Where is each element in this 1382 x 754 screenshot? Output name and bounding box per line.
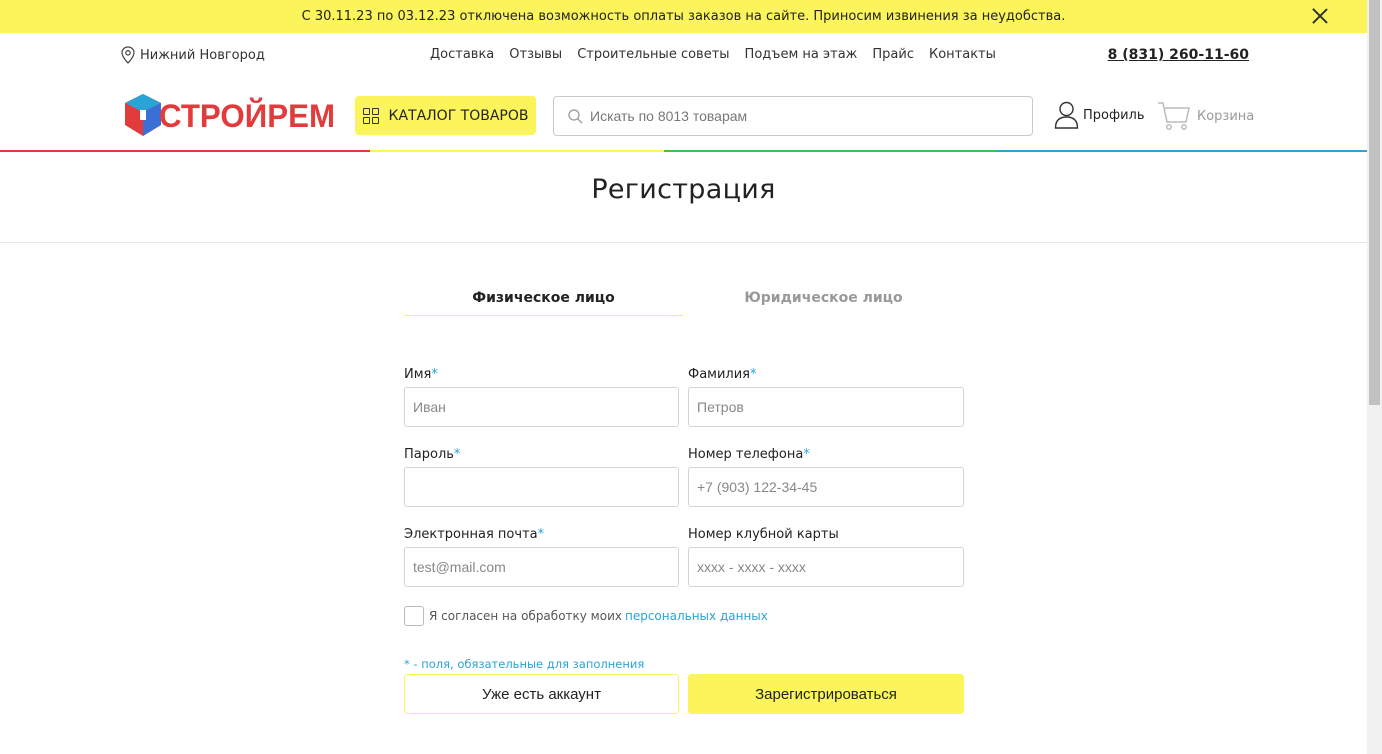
- top-nav: Доставка Отзывы Строительные советы Подъ…: [430, 47, 1011, 62]
- required-note: * - поля, обязательные для заполнения: [404, 657, 645, 671]
- search-input[interactable]: [590, 108, 1010, 124]
- required-mark: *: [431, 367, 438, 382]
- phone-link[interactable]: 8 (831) 260-11-60: [1108, 47, 1249, 63]
- city-selector[interactable]: Нижний Новгород: [121, 46, 265, 64]
- logo[interactable]: СТРОЙРЕМ: [123, 92, 338, 138]
- required-mark: *: [537, 527, 545, 542]
- required-mark: *: [803, 447, 810, 462]
- nav-price[interactable]: Прайс: [872, 47, 914, 62]
- page: С 30.11.23 по 03.12.23 отключена возможн…: [0, 0, 1367, 754]
- tab-individual[interactable]: Физическое лицо: [404, 290, 683, 316]
- email-field: Электронная почта*: [404, 527, 679, 587]
- scrollbar-thumb[interactable]: [1369, 0, 1380, 405]
- last-name-field: Фамилия*: [688, 367, 964, 427]
- password-label: Пароль: [404, 447, 454, 462]
- cart-label: Корзина: [1197, 108, 1255, 124]
- register-button[interactable]: Зарегистрироваться: [688, 674, 964, 714]
- notice-text: С 30.11.23 по 03.12.23 отключена возможн…: [301, 9, 1066, 24]
- profile-link[interactable]: Профиль: [1054, 101, 1145, 129]
- grid-icon: [362, 107, 379, 124]
- consent-checkbox[interactable]: [404, 606, 424, 626]
- divider: [0, 242, 1367, 243]
- first-name-input[interactable]: [404, 387, 679, 427]
- password-field: Пароль*: [404, 447, 679, 507]
- location-pin-icon: [121, 46, 135, 64]
- personal-data-link[interactable]: персональных данных: [625, 609, 768, 623]
- tab-company[interactable]: Юридическое лицо: [684, 290, 963, 316]
- nav-building-tips[interactable]: Строительные советы: [577, 47, 729, 62]
- search-box: [553, 96, 1033, 136]
- logo-text: СТРОЙРЕМ: [159, 98, 335, 134]
- phone-label: Номер телефона: [688, 447, 804, 462]
- search-icon: [568, 108, 583, 123]
- profile-label: Профиль: [1083, 107, 1145, 123]
- phone-field: Номер телефона*: [688, 447, 964, 507]
- first-name-label: Имя: [404, 367, 432, 382]
- required-mark: *: [453, 447, 461, 462]
- phone-input[interactable]: [688, 467, 964, 507]
- club-card-field: Номер клубной карты: [688, 527, 964, 587]
- club-card-label: Номер клубной карты: [688, 527, 839, 542]
- nav-delivery[interactable]: Доставка: [430, 47, 494, 62]
- cart-icon: [1158, 102, 1190, 130]
- user-icon: [1054, 101, 1079, 129]
- consent-text: Я согласен на обработку моих: [429, 609, 622, 623]
- email-label: Электронная почта: [404, 527, 538, 542]
- consent-row: Я согласен на обработку моих персональны…: [404, 606, 768, 626]
- password-input[interactable]: [404, 467, 679, 507]
- login-button[interactable]: Уже есть аккаунт: [404, 674, 679, 714]
- required-mark: *: [750, 367, 757, 382]
- nav-contacts[interactable]: Контакты: [929, 47, 996, 62]
- last-name-input[interactable]: [688, 387, 964, 427]
- email-input[interactable]: [404, 547, 679, 587]
- nav-reviews[interactable]: Отзывы: [509, 47, 562, 62]
- club-card-input[interactable]: [688, 547, 964, 587]
- nav-floor-lifting[interactable]: Подъем на этаж: [745, 47, 858, 62]
- notice-banner: С 30.11.23 по 03.12.23 отключена возможн…: [0, 0, 1367, 33]
- last-name-label: Фамилия: [688, 367, 750, 382]
- catalog-button[interactable]: КАТАЛОГ ТОВАРОВ: [355, 96, 536, 135]
- catalog-label: КАТАЛОГ ТОВАРОВ: [388, 107, 529, 124]
- color-divider: [0, 150, 1367, 152]
- scrollbar[interactable]: [1367, 0, 1382, 754]
- cart-link[interactable]: Корзина: [1157, 101, 1254, 131]
- city-label: Нижний Новгород: [140, 47, 265, 63]
- first-name-field: Имя*: [404, 367, 679, 427]
- close-icon[interactable]: [1311, 7, 1329, 25]
- page-title: Регистрация: [591, 174, 776, 205]
